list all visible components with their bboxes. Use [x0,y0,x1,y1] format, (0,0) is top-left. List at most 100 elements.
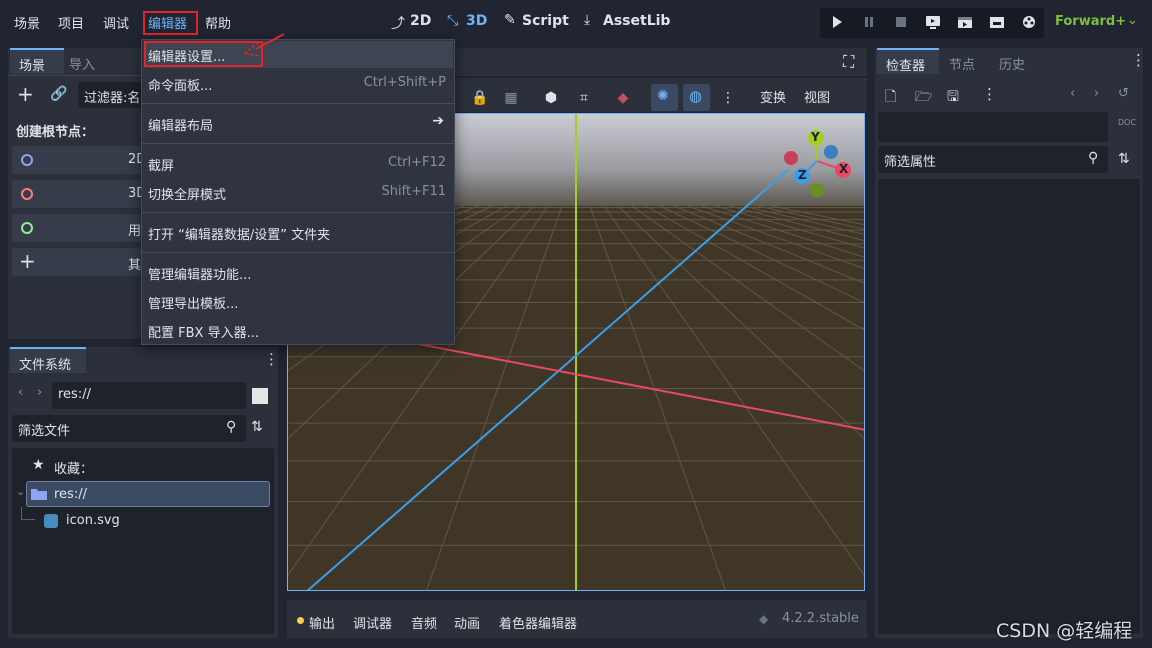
path-field[interactable]: res:// [52,382,246,409]
root-option-3d[interactable]: 3D [12,180,152,208]
control-icon [21,222,33,234]
doc-icon[interactable]: DOC [1118,118,1136,127]
tab-import[interactable]: 导入 [69,54,95,73]
script-workspace-icon: ✎ [504,12,516,28]
tab-animation[interactable]: 动画 [454,613,480,632]
tab-output[interactable]: 输出 [309,613,335,632]
tab-inspector[interactable]: 检查器 [877,48,939,74]
root-option-other[interactable]: + 其 [12,248,152,276]
toggle-split-icon[interactable] [252,388,268,404]
history-forward-icon[interactable]: › [1094,86,1099,101]
workspace-assetlib[interactable]: AssetLib [603,13,670,29]
more-options-icon[interactable]: ⋮ [1131,51,1146,69]
gizmo-y-label[interactable]: Y [811,130,820,144]
menu-item-editor-settings[interactable]: 编辑器设置... [148,46,225,65]
add-icon: + [19,249,36,273]
camera-icon[interactable]: ◆ [612,87,634,109]
expand-icon[interactable]: ⌄ [16,485,25,498]
workspace-2d[interactable]: 2D [410,13,431,29]
root-option-label: 用 [128,224,142,239]
top-bar: 场景 项目 调试 编辑器 帮助 ⤴ 2D ⤡ 3D ✎ Script ⤓ Ass… [0,0,1152,44]
menu-debug[interactable]: 调试 [103,13,129,32]
group-icon[interactable]: ▦ [500,87,522,109]
lock-icon[interactable]: 🔒 [469,87,491,109]
movie-maker-icon[interactable] [1021,14,1037,30]
menu-scene[interactable]: 场景 [14,13,40,32]
more-icon[interactable]: ⋮ [982,85,997,103]
file-filter-input[interactable]: 筛选文件 ⚲ [12,415,246,442]
root-option-ui[interactable]: 用 [12,214,152,242]
recent-icon[interactable]: ↺ [1118,86,1129,101]
gizmo-z-label[interactable]: Z [798,168,807,182]
menu-item-configure-fbx[interactable]: 配置 FBX 导入器... [148,322,259,341]
snap-icon[interactable]: ⌗ [573,87,595,109]
menu-item-screenshot[interactable]: 截屏 [148,155,174,174]
menu-item-manage-export-templates[interactable]: 管理导出模板... [148,293,238,312]
run-current-scene-icon[interactable] [957,14,973,30]
stop-icon[interactable] [893,14,909,30]
tab-scene[interactable]: 场景 [10,48,64,74]
root-option-2d[interactable]: 2D [12,146,152,174]
tab-node[interactable]: 节点 [949,54,975,73]
menu-separator [142,103,454,104]
back-icon[interactable]: ‹ [18,385,23,400]
more-options-icon[interactable]: ⋮ [264,350,279,368]
sort-icon[interactable]: ⇅ [251,419,263,435]
menu-item-editor-layout[interactable]: 编辑器布局 [148,115,213,134]
view-menu[interactable]: 视图 [804,87,830,106]
root-option-label: 其 [128,258,142,273]
transform-menu[interactable]: 变换 [760,87,786,106]
shortcut-label: Ctrl+Shift+P [363,75,446,90]
fullscreen-icon[interactable]: ⛶ [843,52,854,72]
tab-history[interactable]: 历史 [999,54,1025,73]
property-filter-input[interactable]: 筛选属性 ⚲ [878,146,1108,173]
remote-debug-icon[interactable] [925,14,941,30]
workspace-3d[interactable]: 3D [466,13,487,29]
cube-icon[interactable]: ⬢ [540,87,562,109]
object-selector[interactable] [878,112,1108,142]
menu-project[interactable]: 项目 [58,13,84,32]
more-icon[interactable]: ⋮ [717,87,739,109]
menu-item-manage-features[interactable]: 管理编辑器功能... [148,264,251,283]
tab-shader-editor[interactable]: 着色器编辑器 [499,613,577,632]
add-node-icon[interactable]: + [17,84,34,104]
workspace-script[interactable]: Script [522,13,569,29]
file-tree: ★ 收藏： ⌄ res:// icon.svg [12,448,274,634]
search-icon: ⚲ [1088,150,1099,166]
open-folder-icon[interactable]: 🗁 [915,86,932,110]
editor-menu-popup: 编辑器设置... 命令面板... Ctrl+Shift+P 编辑器布局 ➔ 截屏… [141,33,455,345]
save-icon[interactable]: 🖫 [947,86,959,110]
version-icon: ◆ [759,612,769,626]
star-icon: ★ [32,457,45,473]
menu-help[interactable]: 帮助 [205,13,231,32]
menu-item-command-palette[interactable]: 命令面板... [148,75,212,94]
version-label: 4.2.2.stable [782,611,859,626]
environment-toggle[interactable]: ◍ [683,84,710,111]
path-value: res:// [58,387,91,402]
tab-debugger[interactable]: 调试器 [353,613,392,632]
gizmo-x-label[interactable]: X [839,162,848,176]
menu-editor[interactable]: 编辑器 [148,13,187,32]
pause-icon[interactable] [861,14,877,30]
file-tree-item-res[interactable]: res:// [26,481,270,507]
history-back-icon[interactable]: ‹ [1070,86,1075,101]
tab-filesystem[interactable]: 文件系统 [10,347,86,373]
tree-line [21,519,35,520]
chevron-down-icon: ⌄ [1127,13,1138,28]
inspector-content [878,179,1140,634]
menu-item-toggle-fullscreen[interactable]: 切换全屏模式 [148,184,226,203]
renderer-selector[interactable]: Forward+ [1055,14,1126,29]
menu-item-open-data-folder[interactable]: 打开 “编辑器数据/设置” 文件夹 [148,224,330,243]
new-resource-icon[interactable]: 🗋 [885,86,896,110]
play-icon[interactable] [829,14,845,30]
forward-icon[interactable]: › [37,385,42,400]
watermark: CSDN @轻编程 [996,620,1133,642]
file-tree-item-icon-svg[interactable]: icon.svg [66,513,120,528]
sun-toggle[interactable]: ✺ [651,84,678,111]
run-custom-scene-icon[interactable] [989,14,1005,30]
link-icon[interactable]: 🔗 [50,86,67,102]
tab-audio[interactable]: 音频 [411,613,437,632]
output-status-dot [297,617,304,624]
property-settings-icon[interactable]: ⇅ [1118,151,1130,167]
globe-icon: ◍ [689,87,703,105]
